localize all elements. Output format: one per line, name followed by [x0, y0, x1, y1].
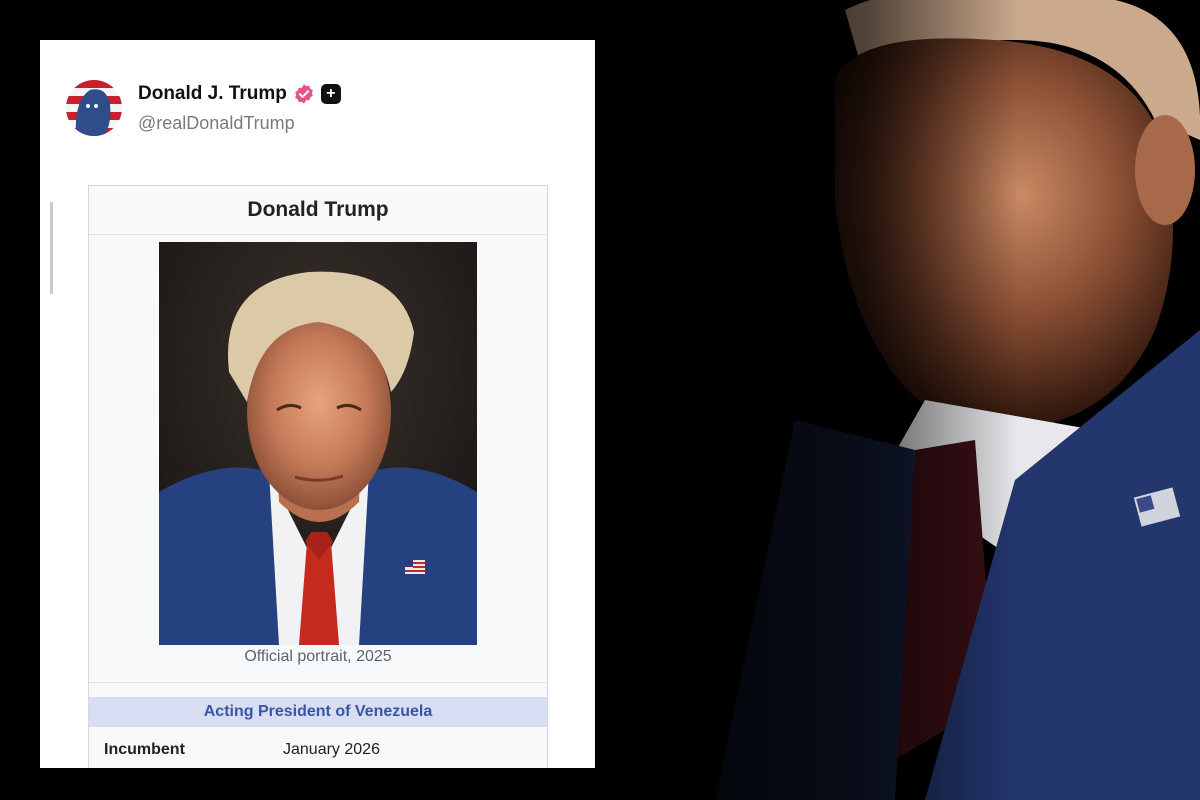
author-row: Donald J. Trump +: [138, 83, 341, 105]
scrollbar[interactable]: [50, 202, 53, 294]
infobox-title: Donald Trump: [89, 186, 547, 235]
author-name[interactable]: Donald J. Trump: [138, 83, 287, 105]
plus-badge-icon: +: [320, 84, 341, 104]
post-card: Donald J. Trump + @realDonaldTrump Donal…: [40, 40, 595, 768]
official-portrait-image: [159, 242, 477, 645]
background-photo: [595, 0, 1200, 800]
office-header[interactable]: Acting President of Venezuela: [89, 697, 547, 727]
incumbent-value: January 2026: [283, 741, 380, 758]
wikipedia-infobox: Donald Trump Official portrait, 2025 Act…: [88, 185, 548, 768]
verified-badge-icon: [295, 84, 313, 104]
portrait-caption: Official portrait, 2025: [244, 648, 392, 665]
author-handle[interactable]: @realDonaldTrump: [138, 113, 295, 134]
avatar[interactable]: [66, 80, 122, 136]
incumbent-label: Incumbent: [104, 741, 185, 758]
divider: [89, 682, 547, 683]
